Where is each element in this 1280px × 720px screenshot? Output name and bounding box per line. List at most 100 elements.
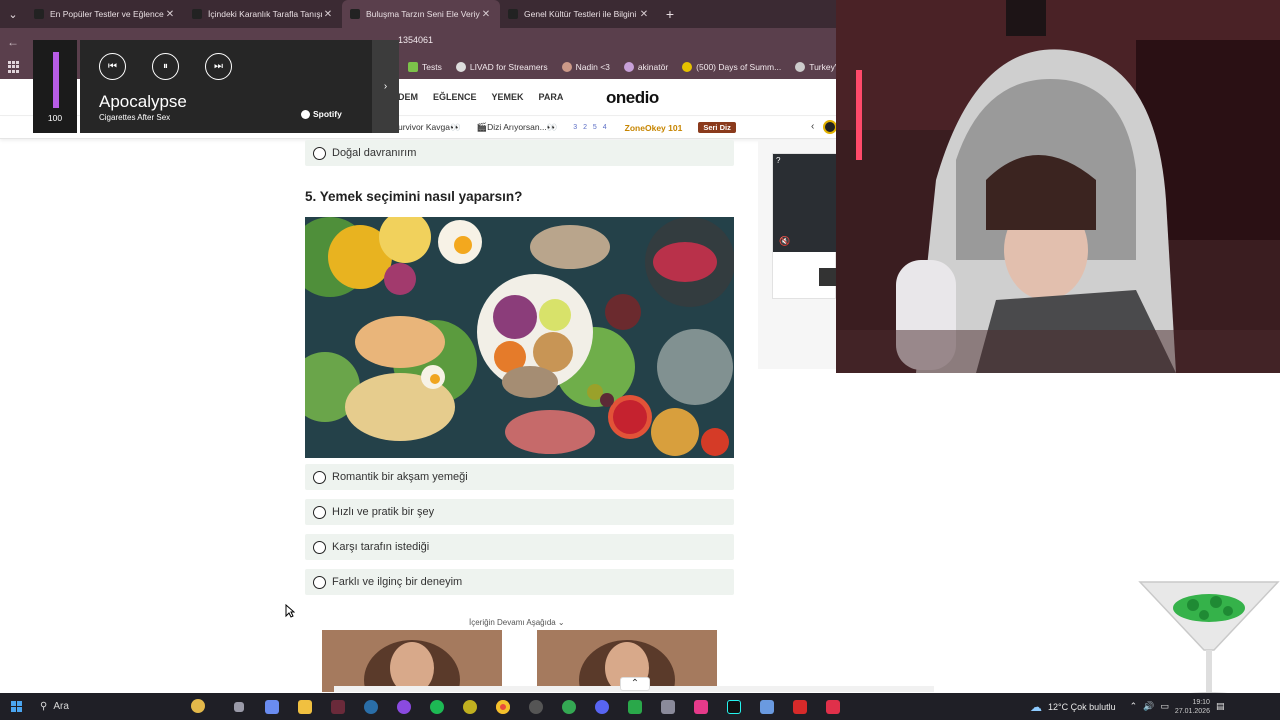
bookmark-livad[interactable]: LIVAD for Streamers xyxy=(455,62,548,72)
widget-icon[interactable] xyxy=(186,695,210,717)
radio-button[interactable] xyxy=(313,505,326,519)
browser-tab[interactable]: Genel Kültür Testleri ile Bilgini T ✕ xyxy=(500,0,658,28)
question-title: 5. Yemek seçimini nasıl yaparsın? xyxy=(305,189,523,204)
spotify-icon[interactable] xyxy=(426,697,448,717)
notification-icon[interactable]: ▤ xyxy=(1216,701,1225,712)
tab-title: En Popüler Testler ve Eğlenceli T xyxy=(50,9,164,19)
bookmark-akinator[interactable]: akinatör xyxy=(623,62,669,72)
martini-glass-overlay xyxy=(1138,578,1280,708)
tab-list-button[interactable]: ⌄ xyxy=(0,0,26,28)
answer-label: Romantik bir akşam yemeği xyxy=(332,471,468,483)
game-badge-icon[interactable] xyxy=(823,120,837,134)
bookmark-tests[interactable]: Tests xyxy=(408,62,442,72)
answer-option[interactable]: Karşı tarafın istediği xyxy=(305,534,734,560)
spotify-icon xyxy=(301,109,310,119)
answer-label: Doğal davranırım xyxy=(332,147,417,159)
speaker-icon[interactable]: 🔊 xyxy=(1143,701,1154,712)
chevron-left-icon[interactable]: ‹ xyxy=(811,121,814,132)
folder-icon xyxy=(408,62,418,72)
close-icon[interactable]: ✕ xyxy=(322,9,334,20)
network-icon[interactable]: ▭ xyxy=(1160,701,1169,712)
copilot-icon[interactable] xyxy=(261,697,283,717)
radio-button[interactable] xyxy=(313,470,326,484)
back-arrow-icon[interactable]: ← xyxy=(0,35,26,49)
close-icon[interactable]: ✕ xyxy=(164,9,176,20)
app-icon[interactable] xyxy=(459,697,481,717)
nav-link-para[interactable]: PARA xyxy=(539,92,564,102)
previous-track-button[interactable]: ⏮ xyxy=(99,53,126,80)
start-button[interactable] xyxy=(0,693,32,720)
apps-grid-icon[interactable] xyxy=(8,61,20,73)
subnav-seri-diz[interactable]: Seri Diz xyxy=(698,122,736,133)
advertisement-image[interactable] xyxy=(322,630,502,692)
chevron-up-icon[interactable]: ⌃ xyxy=(620,677,650,691)
tiktok-icon[interactable] xyxy=(723,697,745,717)
windows-logo-icon xyxy=(10,701,22,712)
tab-favicon-icon xyxy=(34,9,44,19)
answer-option[interactable]: Romantik bir akşam yemeği xyxy=(305,464,734,490)
app-icon[interactable] xyxy=(558,697,580,717)
app-icon[interactable] xyxy=(393,697,415,717)
radio-button[interactable] xyxy=(313,540,326,554)
nav-link-eglence[interactable]: EĞLENCE xyxy=(433,92,477,102)
spotify-logo: Spotify xyxy=(301,109,342,119)
answer-option[interactable]: Farklı ve ilginç bir deneyim xyxy=(305,569,734,595)
app-icon[interactable] xyxy=(525,697,547,717)
tab-favicon-icon xyxy=(350,9,360,19)
clock[interactable]: 19:10 27.01.2026 xyxy=(1175,698,1210,716)
subnav-zoneokey[interactable]: ZoneOkey 101 xyxy=(625,123,683,133)
sidebar-video-ad[interactable]: ? 🔇 xyxy=(772,153,837,299)
file-explorer-icon[interactable] xyxy=(294,697,316,717)
answer-option[interactable]: Doğal davranırım xyxy=(305,140,734,166)
bookmark-500-days[interactable]: (500) Days of Summ... xyxy=(682,62,781,72)
bookmark-favicon-icon xyxy=(623,62,634,72)
weather-icon: ☁ xyxy=(1030,699,1042,714)
answer-option[interactable]: Hızlı ve pratik bir şey xyxy=(305,499,734,525)
chevron-up-icon[interactable]: ⌃ xyxy=(1130,701,1138,712)
chrome-icon[interactable] xyxy=(492,697,514,717)
info-icon[interactable]: ? xyxy=(776,156,780,165)
radio-button[interactable] xyxy=(313,575,326,589)
url-text[interactable]: 1354061 xyxy=(398,35,433,45)
nav-link[interactable]: DEM xyxy=(398,92,418,102)
subnav-item[interactable]: urvivor Kavga👀 xyxy=(398,122,461,133)
task-view-icon[interactable] xyxy=(228,697,250,717)
app-icon[interactable] xyxy=(789,697,811,717)
taskbar-search[interactable]: ⚲ Ara xyxy=(32,701,172,712)
app-icon[interactable] xyxy=(327,697,349,717)
bookmark-nadin[interactable]: Nadin <3 xyxy=(561,62,610,72)
next-track-button[interactable]: ⏭ xyxy=(205,53,232,80)
radio-button[interactable] xyxy=(313,146,326,160)
close-icon[interactable]: ✕ xyxy=(638,9,650,20)
nav-link-yemek[interactable]: YEMEK xyxy=(492,92,524,102)
app-icon[interactable] xyxy=(756,697,778,717)
subnav-item[interactable]: 🎬Dizi Arıyorsan...👀 xyxy=(477,122,558,133)
bookmark-label: LIVAD for Streamers xyxy=(469,62,548,72)
track-title: Apocalypse xyxy=(99,92,187,111)
steam-icon[interactable] xyxy=(360,697,382,717)
bookmark-favicon-icon xyxy=(455,62,466,72)
app-icon[interactable] xyxy=(690,697,712,717)
tab-favicon-icon xyxy=(192,9,202,19)
food-image xyxy=(305,217,734,458)
mouse-cursor-icon xyxy=(285,603,296,623)
new-tab-button[interactable]: + xyxy=(658,6,682,22)
browser-tab[interactable]: İçindeki Karanlık Tarafla Tanışmı ✕ xyxy=(184,0,342,28)
pause-button[interactable]: ⏸ xyxy=(152,53,179,80)
subnav-game-item[interactable]: 3 2 5 4 xyxy=(573,124,608,131)
weather-text[interactable]: 12°C Çok bulutlu xyxy=(1048,702,1116,712)
content-continues-label: İçeriğin Devamı Aşağıda ⌄ xyxy=(469,618,565,627)
chevron-right-icon[interactable]: › xyxy=(372,40,399,133)
bookmark-label: akinatör xyxy=(637,62,669,72)
mute-icon[interactable]: 🔇 xyxy=(779,236,790,247)
site-logo[interactable]: onedio xyxy=(606,88,659,108)
close-icon[interactable]: ✕ xyxy=(480,9,492,20)
app-icon[interactable] xyxy=(657,697,679,717)
app-icon[interactable] xyxy=(822,697,844,717)
browser-tab-active[interactable]: Buluşma Tarzın Seni Ele Veriyor ✕ xyxy=(342,0,500,28)
discord-icon[interactable] xyxy=(591,697,613,717)
volume-slider[interactable] xyxy=(53,52,59,108)
browser-tab[interactable]: En Popüler Testler ve Eğlenceli T ✕ xyxy=(26,0,184,28)
app-icon[interactable] xyxy=(624,697,646,717)
answer-label: Farklı ve ilginç bir deneyim xyxy=(332,576,463,588)
